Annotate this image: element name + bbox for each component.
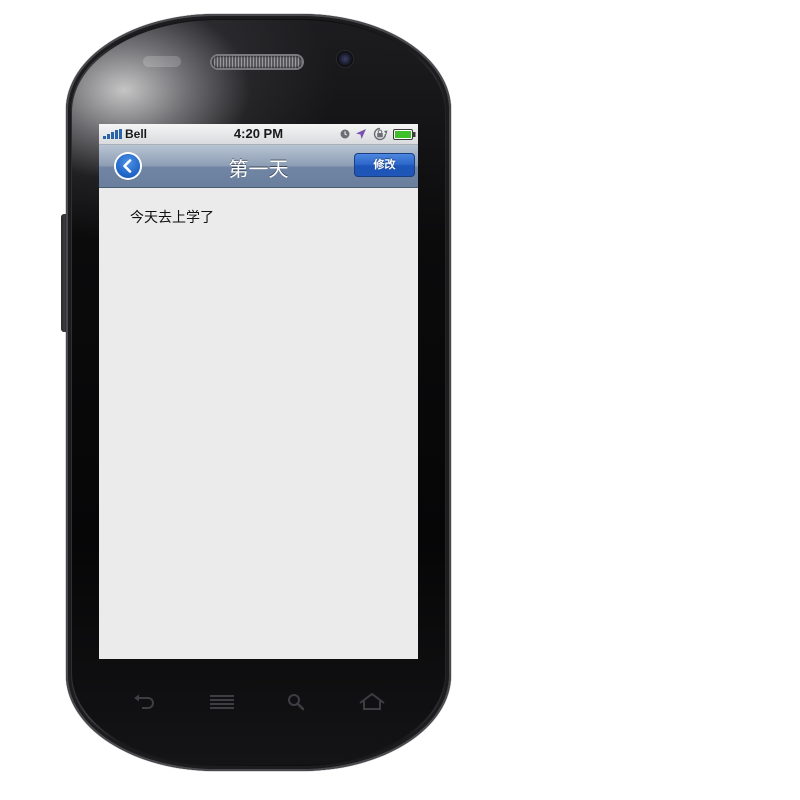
back-button[interactable]: [116, 154, 140, 178]
edit-button[interactable]: 修改: [354, 153, 415, 177]
status-icons: [340, 127, 416, 141]
navigation-bar: 第一天 修改: [99, 145, 418, 188]
status-bar: Bell 4:20 PM: [99, 124, 418, 145]
diary-entry-text: 今天去上学了: [130, 210, 214, 226]
battery-icon: [393, 128, 416, 140]
front-camera-icon: [337, 51, 353, 67]
back-key-icon[interactable]: [130, 690, 158, 714]
clock-icon: [340, 129, 350, 139]
search-key-icon[interactable]: [282, 690, 310, 714]
proximity-sensor: [143, 56, 181, 67]
stage: Bell 4:20 PM 第一天 修改 今天去上学了: [0, 0, 800, 800]
page-title: 第一天: [228, 157, 289, 181]
location-arrow-icon: [356, 129, 366, 139]
phone-screen: Bell 4:20 PM 第一天 修改 今天去上学了: [99, 124, 418, 659]
menu-key-icon[interactable]: [208, 690, 236, 714]
earpiece-speaker: [212, 56, 302, 68]
rotation-lock-icon: [373, 127, 388, 141]
home-key-icon[interactable]: [358, 690, 386, 714]
chevron-left-circle-icon: [123, 159, 132, 173]
